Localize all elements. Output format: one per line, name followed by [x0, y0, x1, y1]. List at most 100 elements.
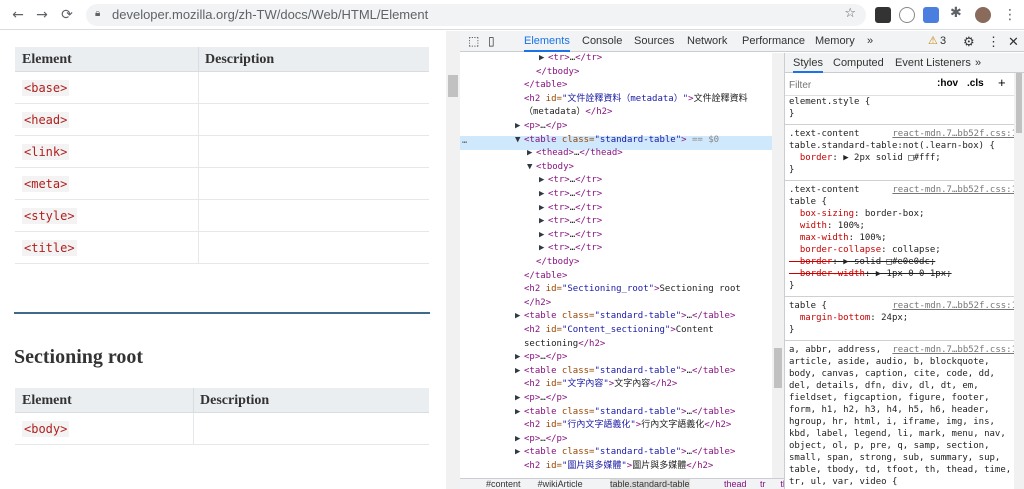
devtools-menu-icon[interactable]: ⋮ [987, 31, 1000, 52]
device-toggle-icon[interactable]: ▯ [488, 31, 495, 52]
css-property[interactable]: width [789, 221, 827, 231]
dom-node[interactable]: ▶ <table class="standard-table">…</table> [515, 445, 735, 459]
expand-toggle-icon[interactable]: ▶ [515, 405, 524, 419]
css-value[interactable]: : border-box; [854, 209, 924, 219]
css-value[interactable]: : collapse; [881, 245, 941, 255]
expand-toggle-icon[interactable]: ▶ [515, 445, 524, 459]
tab-elements[interactable]: Elements [524, 31, 570, 52]
styles-scrollbar[interactable] [1014, 73, 1024, 489]
expand-toggle-icon[interactable]: ▼ [515, 133, 524, 147]
dom-node[interactable]: ▶ <table class="standard-table">…</table> [515, 405, 735, 419]
page-scrollbar[interactable] [446, 31, 460, 489]
expand-toggle-icon[interactable]: ▶ [539, 53, 548, 65]
dom-node[interactable]: ▶ <p>…</p> [515, 432, 567, 446]
forward-button[interactable]: → [32, 5, 52, 25]
css-value[interactable]: : ▶ solid □#e0e0dc; [832, 257, 935, 267]
tab-[interactable]: » [867, 31, 873, 52]
back-button[interactable]: ← [8, 5, 28, 25]
rule-source-link[interactable]: react-mdn.7…bb52f.css:1 [892, 344, 1017, 356]
avatar[interactable] [975, 7, 991, 23]
dom-node[interactable]: </h2> [515, 296, 551, 310]
css-property[interactable]: margin-bottom [789, 313, 870, 323]
warning-icon[interactable]: ⚠ [928, 31, 938, 52]
tab-network[interactable]: Network [687, 31, 727, 52]
elements-scrollbar[interactable] [772, 53, 784, 478]
expand-toggle-icon[interactable]: ▶ [539, 201, 548, 215]
dom-node[interactable]: <h2 id="Sectioning_root">Sectioning root [515, 282, 741, 296]
breadcrumb-item[interactable]: #content [486, 479, 521, 489]
css-property[interactable]: box-sizing [789, 209, 854, 219]
extension-shield-icon[interactable] [875, 7, 891, 23]
add-rule-icon[interactable]: + [998, 75, 1006, 90]
rule-source-link[interactable]: react-mdn.7…bb52f.css:1 [892, 128, 1017, 140]
breadcrumb-item[interactable]: thead [724, 479, 747, 489]
dom-node[interactable]: <h2 id="Content_sectioning">Content [515, 323, 714, 337]
css-value[interactable]: : 100%; [849, 233, 887, 243]
dom-node[interactable]: （metadata）</h2> [515, 105, 612, 119]
expand-toggle-icon[interactable]: ▶ [539, 241, 548, 255]
address-bar[interactable]: 🔒︎ developer.mozilla.org/zh-TW/docs/Web/… [86, 4, 866, 26]
puzzle-icon[interactable]: ✱ [950, 5, 966, 21]
expand-toggle-icon[interactable]: ▶ [527, 146, 536, 160]
css-value[interactable]: : 24px; [870, 313, 908, 323]
dom-node[interactable]: </tbody> [527, 255, 579, 269]
translate-icon[interactable] [923, 7, 939, 23]
tab-sources[interactable]: Sources [634, 31, 674, 52]
css-value[interactable]: : ▶ 2px solid □#fff; [832, 153, 940, 163]
css-value[interactable]: : ▶ 1px 0 0 1px; [865, 269, 952, 279]
dom-node[interactable]: ▶ <tr>…</tr> [539, 241, 602, 255]
dom-node[interactable]: ▼ <table class="standard-table"> == $0 [515, 133, 719, 147]
element-tag-link[interactable]: <style> [22, 208, 77, 224]
browser-menu-icon[interactable]: ⋮ [1002, 7, 1018, 23]
element-tag-link[interactable]: <meta> [22, 176, 70, 192]
rule-source-link[interactable]: react-mdn.7…bb52f.css:1 [892, 184, 1017, 196]
dom-node[interactable]: ▶ <p>…</p> [515, 119, 567, 133]
dom-node[interactable]: ▶ <p>…</p> [515, 350, 567, 364]
dom-node[interactable]: <h2 id="圖片與多媒體">圖片與多媒體</h2> [515, 459, 713, 473]
settings-gear-icon[interactable]: ⚙ [963, 31, 975, 52]
dom-node[interactable]: ▶ <tr>…</tr> [539, 201, 602, 215]
element-tag-link[interactable]: <head> [22, 112, 70, 128]
tab-console[interactable]: Console [582, 31, 622, 52]
breadcrumb-item[interactable]: tr [760, 479, 766, 489]
element-tag-link[interactable]: <link> [22, 144, 70, 160]
reload-button[interactable]: ⟳ [57, 5, 77, 25]
css-property[interactable]: max-width [789, 233, 849, 243]
dom-node[interactable]: </tbody> [527, 65, 579, 79]
dom-node[interactable]: </table> [515, 269, 567, 283]
styles-tab[interactable]: Event Listeners [895, 53, 971, 73]
expand-toggle-icon[interactable]: ▶ [515, 364, 524, 378]
css-property[interactable]: border-collapse [789, 245, 881, 255]
tab-memory[interactable]: Memory [815, 31, 855, 52]
rule-source-link[interactable]: react-mdn.7…bb52f.css:1 [892, 300, 1017, 312]
dom-node[interactable]: ▶ <table class="standard-table">…</table> [515, 309, 735, 323]
css-property[interactable]: border-width [789, 269, 865, 279]
bookmark-star-icon[interactable]: ☆ [844, 6, 856, 21]
dom-node[interactable]: ▶ <thead>…</thead> [527, 146, 623, 160]
ellipsis-icon[interactable]: ⋯ [462, 136, 467, 150]
expand-toggle-icon[interactable]: ▶ [539, 173, 548, 187]
inspect-icon[interactable]: ⬚ [468, 31, 479, 52]
expand-toggle-icon[interactable]: ▶ [515, 432, 524, 446]
dom-node[interactable]: <h2 id="文字內容">文字內容</h2> [515, 377, 677, 391]
expand-toggle-icon[interactable]: ▶ [515, 350, 524, 364]
expand-toggle-icon[interactable]: ▶ [515, 391, 524, 405]
expand-toggle-icon[interactable]: ▶ [539, 214, 548, 228]
dom-node[interactable]: ▶ <tr>…</tr> [539, 187, 602, 201]
dom-node[interactable]: ▶ <tr>…</tr> [539, 173, 602, 187]
css-property[interactable]: border [789, 257, 833, 267]
expand-toggle-icon[interactable]: ▶ [515, 309, 524, 323]
dom-node[interactable]: sectioning</h2> [515, 337, 605, 351]
css-property[interactable]: border [789, 153, 833, 163]
dom-node[interactable]: ▼ <tbody> [527, 160, 574, 174]
dom-node[interactable]: <h2 id="文件詮釋資料（metadata）">文件詮釋資料 [515, 92, 748, 106]
extension-moon-icon[interactable] [899, 7, 915, 23]
styles-filter-input[interactable] [789, 77, 929, 93]
dom-node[interactable]: ▶ <tr>…</tr> [539, 53, 602, 65]
dom-node[interactable]: ▶ <table class="standard-table">…</table> [515, 364, 735, 378]
element-tag-link[interactable]: <base> [22, 80, 70, 96]
dom-node[interactable]: </table> [515, 78, 567, 92]
element-tag-link[interactable]: <body> [22, 421, 70, 437]
styles-tab[interactable]: Styles [793, 53, 823, 73]
expand-toggle-icon[interactable]: ▶ [539, 187, 548, 201]
